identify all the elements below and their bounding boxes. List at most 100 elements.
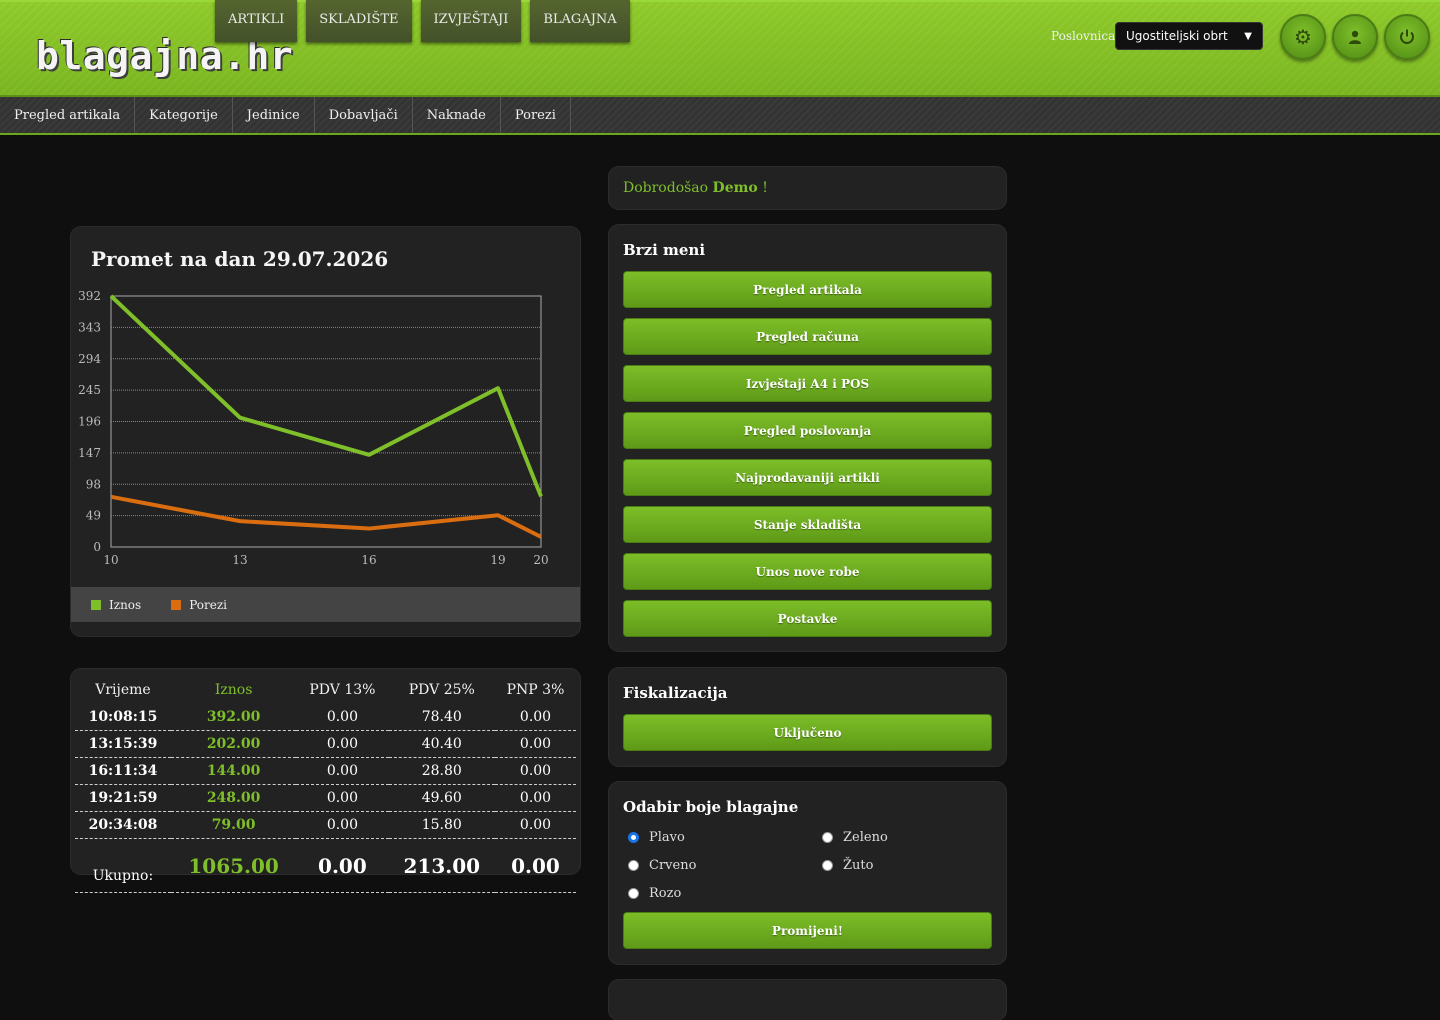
subnav-porezi[interactable]: Porezi [501,97,571,133]
subnav-pregled-artikala[interactable]: Pregled artikala [0,97,136,133]
nav-tab-blagajna[interactable]: BLAGAJNA [530,0,630,42]
cell-time: 10:08:15 [75,704,171,731]
user-button[interactable] [1332,14,1378,60]
cell-pnp3: 0.00 [495,784,576,812]
x-tick-label: 19 [490,553,505,567]
nav-tab-skladiste[interactable]: SKLADIŠTE [306,0,412,42]
series-line-iznos [109,294,543,498]
cell-pnp3: 0.00 [495,757,576,785]
y-tick-label: 98 [86,477,101,491]
total-label: Ukupno: [75,838,171,893]
radio-button-zeleno[interactable] [822,832,833,843]
cell-iznos: 202.00 [170,730,297,758]
col-header-iznos: Iznos [214,682,253,698]
table-row: 16:11:34 144.00 0.00 28.80 0.00 [75,757,576,785]
quick-menu-panel: Brzi meni Pregled artikala Pregled račun… [609,225,1006,651]
cell-time: 16:11:34 [75,757,171,785]
cell-pnp3: 0.00 [495,730,576,758]
radio-plavo[interactable]: Plavo [628,830,685,845]
subnav-kategorije[interactable]: Kategorije [135,97,233,133]
quick-btn-izvjestaji[interactable]: Izvještaji A4 i POS [623,365,992,402]
total-pdv25: 213.00 [388,838,495,893]
y-tick-label: 343 [78,320,101,334]
cell-pdv25: 28.80 [388,757,495,785]
table-total-row: Ukupno: 1065.00 0.00 213.00 0.00 [75,838,576,893]
cell-iznos: 144.00 [170,757,297,785]
total-pnp3: 0.00 [495,838,576,893]
table-header-row: Vrijeme Iznos PDV 13% PDV 25% PNP 3% [75,673,576,704]
y-tick-label: 196 [78,415,101,429]
y-tick-label: 294 [78,352,101,366]
cell-iznos: 248.00 [170,784,297,812]
radio-label-zeleno: Zeleno [843,830,888,845]
poslovnica-label: Poslovnica: [1051,29,1120,43]
welcome-user[interactable]: Demo [713,180,758,196]
radio-crveno[interactable]: Crveno [628,858,696,873]
settings-button[interactable]: ⚙ [1280,14,1326,60]
subnav-naknade[interactable]: Naknade [413,97,501,133]
x-tick-label: 16 [361,553,376,567]
quick-btn-najprodavaniji[interactable]: Najprodavaniji artikli [623,459,992,496]
table-row: 10:08:15 392.00 0.00 78.40 0.00 [75,704,576,731]
radio-button-zuto[interactable] [822,860,833,871]
poslovnica-select[interactable]: Ugostiteljski obrt ▼ [1115,22,1263,50]
radio-button-crveno[interactable] [628,860,639,871]
next-panel [609,980,1006,1020]
change-color-button[interactable]: Promijeni! [623,912,992,949]
legend-swatch-porezi [171,599,182,610]
fiscal-title: Fiskalizacija [623,684,728,702]
poslovnica-select-value: Ugostiteljski obrt [1126,29,1228,43]
x-tick-label: 10 [103,553,118,567]
y-tick-label: 392 [78,289,101,303]
fiscal-toggle-button[interactable]: Uključeno [623,714,992,751]
quick-btn-unos-robe[interactable]: Unos nove robe [623,553,992,590]
cell-pdv13: 0.00 [296,730,389,758]
col-header-pdv25: PDV 25% [408,682,475,698]
table-row: 19:21:59 248.00 0.00 49.60 0.00 [75,784,576,812]
x-tick-label: 13 [232,553,247,567]
quick-btn-pregled-poslovanja[interactable]: Pregled poslovanja [623,412,992,449]
chart-legend: Iznos Porezi [71,587,580,622]
nav-tab-izvjestaji[interactable]: IZVJEŠTAJI [420,0,522,42]
gear-icon: ⚙ [1294,25,1312,49]
subnav-dobavljaci[interactable]: Dobavljači [315,97,413,133]
y-tick-label: 0 [93,540,101,554]
radio-zeleno[interactable]: Zeleno [822,830,888,845]
cell-pdv25: 40.40 [388,730,495,758]
welcome-suffix: ! [762,180,768,196]
subnav-jedinice[interactable]: Jedinice [233,97,315,133]
radio-rozo[interactable]: Rozo [628,886,681,901]
logout-button[interactable] [1384,14,1430,60]
cell-time: 13:15:39 [75,730,171,758]
cell-pnp3: 0.00 [495,704,576,731]
sub-nav: Pregled artikala Kategorije Jedinice Dob… [0,97,1440,135]
col-header-vrijeme: Vrijeme [95,682,151,698]
header: blagajna.hr ARTIKLI SKLADIŠTE IZVJEŠTAJI… [0,0,1440,97]
quick-btn-pregled-racuna[interactable]: Pregled računa [623,318,992,355]
y-tick-label: 147 [78,446,101,460]
total-pdv13: 0.00 [296,838,389,893]
radio-zuto[interactable]: Žuto [822,858,873,873]
y-tick-label: 49 [86,509,101,523]
col-header-pdv13: PDV 13% [309,682,376,698]
nav-tab-artikli[interactable]: ARTIKLI [215,0,298,42]
quick-btn-pregled-artikala[interactable]: Pregled artikala [623,271,992,308]
radio-button-plavo[interactable] [628,832,639,843]
x-tick-label: 20 [533,553,548,567]
quick-btn-postavke[interactable]: Postavke [623,600,992,637]
cell-iznos: 392.00 [170,704,297,731]
power-icon [1400,29,1414,44]
cell-pdv13: 0.00 [296,704,389,731]
cell-pdv13: 0.00 [296,784,389,812]
radio-label-plavo: Plavo [649,830,685,845]
cell-pdv25: 78.40 [388,704,495,731]
legend-label-porezi: Porezi [189,597,227,612]
radio-label-rozo: Rozo [649,886,682,901]
quick-btn-stanje-skladista[interactable]: Stanje skladišta [623,506,992,543]
color-choice-panel: Odabir boje blagajne Plavo Zeleno Crveno… [609,782,1006,964]
table-row: 20:34:08 79.00 0.00 15.80 0.00 [75,811,576,839]
radio-button-rozo[interactable] [628,888,639,899]
cell-pdv25: 49.60 [388,784,495,812]
cell-pnp3: 0.00 [495,811,576,839]
fiscal-panel: Fiskalizacija Uključeno [609,668,1006,766]
